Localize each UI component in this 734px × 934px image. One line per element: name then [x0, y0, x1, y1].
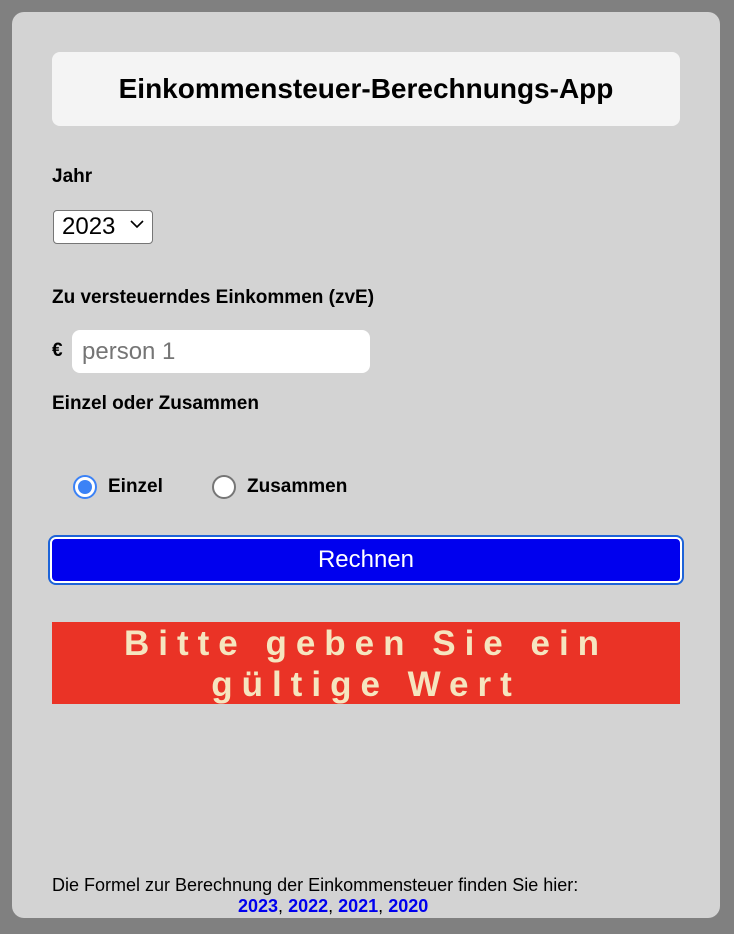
title-box: Einkommensteuer-Berechnungs-App	[52, 52, 680, 126]
link-2023[interactable]: 2023	[238, 896, 278, 916]
income-input[interactable]	[72, 330, 370, 373]
year-label: Jahr	[52, 166, 93, 187]
chevron-down-icon	[130, 220, 144, 229]
error-message: Bitte geben Sie ein gültige Wert	[52, 622, 680, 704]
filing-label: Einzel oder Zusammen	[52, 393, 259, 414]
year-select[interactable]: 2023	[53, 210, 153, 244]
radio-einzel[interactable]	[73, 475, 97, 499]
footer-text: Die Formel zur Berechnung der Einkommens…	[52, 875, 579, 895]
link-separator: ,	[378, 896, 389, 916]
currency-symbol: €	[52, 340, 63, 361]
link-separator: ,	[278, 896, 289, 916]
app-card: Einkommensteuer-Berechnungs-App Jahr 202…	[12, 12, 720, 918]
radio-einzel-label[interactable]: Einzel	[108, 476, 163, 498]
page-title: Einkommensteuer-Berechnungs-App	[118, 73, 614, 104]
link-separator: ,	[328, 896, 339, 916]
link-2022[interactable]: 2022	[288, 896, 328, 916]
radio-zusammen[interactable]	[212, 475, 236, 499]
year-links: 2023, 2022, 2021, 2020	[238, 896, 428, 917]
link-2020[interactable]: 2020	[388, 896, 428, 916]
calculate-button[interactable]: Rechnen	[50, 537, 682, 583]
year-select-value: 2023	[62, 213, 116, 240]
link-2021[interactable]: 2021	[338, 896, 378, 916]
income-label: Zu versteuerndes Einkommen (zvE)	[52, 287, 375, 308]
radio-zusammen-label[interactable]: Zusammen	[247, 476, 347, 498]
